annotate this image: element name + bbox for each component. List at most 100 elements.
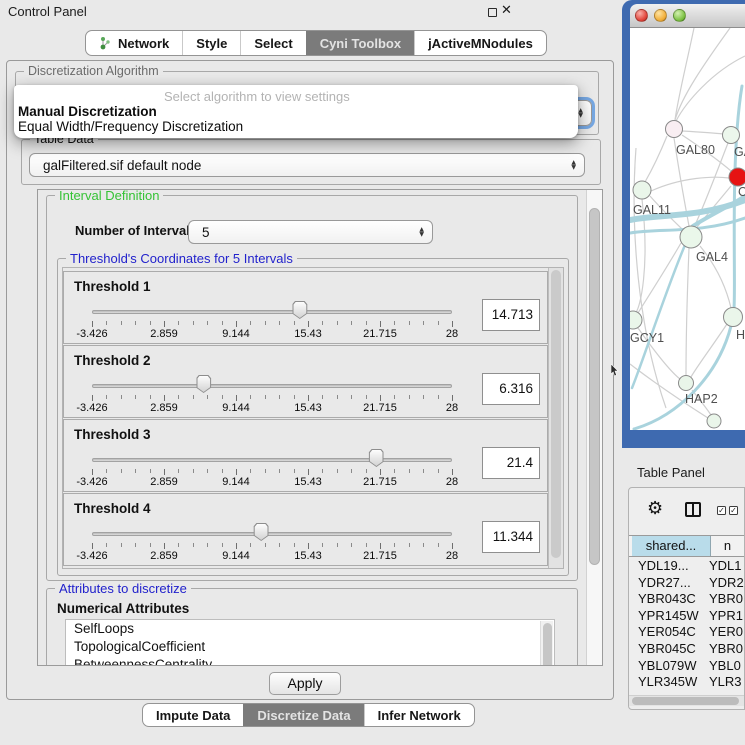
table-row[interactable]: YBL079WYBL0 [629, 658, 744, 675]
float-window-icon[interactable] [488, 8, 497, 17]
thresholds-scrollbar[interactable] [548, 268, 563, 568]
tab-network[interactable]: Network [86, 31, 182, 55]
network-edge[interactable] [686, 248, 689, 375]
table-row[interactable]: YIL052CYIL0 [629, 691, 744, 694]
slider-thumb[interactable] [292, 301, 307, 319]
viewport-scrollbar[interactable] [586, 190, 602, 665]
scrollbar-thumb[interactable] [551, 270, 561, 558]
algorithm-option-manual-discretization[interactable]: Manual Discretization [18, 104, 157, 119]
tab-select[interactable]: Select [240, 31, 305, 55]
slider-thumb[interactable] [196, 375, 211, 393]
tick-mark [452, 321, 453, 327]
slider-track[interactable] [92, 458, 452, 462]
slider-thumb[interactable] [369, 449, 384, 467]
table-row[interactable]: YBR045CYBR0 [629, 641, 744, 658]
close-traffic-light[interactable] [635, 9, 648, 22]
tick-mark [265, 395, 266, 399]
numerical-attributes-list[interactable]: SelfLoopsTopologicalCoefficientBetweenne… [65, 619, 555, 666]
checkbox-icon[interactable]: ✓ [717, 506, 726, 515]
scrollbar-thumb[interactable] [589, 208, 600, 565]
tick-mark [265, 543, 266, 547]
tick-mark [366, 321, 367, 325]
close-icon[interactable]: ✕ [501, 3, 512, 18]
threshold-value-field[interactable]: 21.4 [482, 447, 540, 479]
table-row[interactable]: YER054CYER0 [629, 624, 744, 641]
scrollbar-thumb[interactable] [632, 697, 739, 705]
network-node-gcy1[interactable] [630, 311, 642, 329]
tab-impute-data[interactable]: Impute Data [143, 704, 243, 726]
threshold-value-field[interactable]: 6.316 [482, 373, 540, 405]
tick-mark [150, 395, 151, 399]
table-data-combo[interactable]: galFiltered.sif default node ▲▼ [29, 153, 585, 177]
tick-label: 2.859 [150, 476, 178, 488]
network-node-h[interactable] [724, 308, 743, 327]
checkbox-icon[interactable]: ✓ [729, 506, 738, 515]
tick-mark [394, 469, 395, 473]
columns-icon[interactable] [685, 502, 701, 517]
table-row[interactable]: YPR145WYPR1 [629, 608, 744, 625]
attribute-item-betweennesscentrality[interactable]: BetweennessCentrality [66, 656, 554, 666]
table-data-combo-value: galFiltered.sif default node [43, 154, 201, 177]
network-node-hap2[interactable] [679, 376, 694, 391]
network-node-c[interactable] [729, 168, 745, 186]
network-edge[interactable] [675, 28, 694, 120]
tick-mark [193, 543, 194, 547]
column-header-1[interactable]: shared... [632, 536, 711, 556]
tab-jactivemnodules[interactable]: jActiveMNodules [414, 31, 546, 55]
slider-track[interactable] [92, 384, 452, 388]
column-header-2[interactable]: n [711, 536, 744, 556]
table-row[interactable]: YDR27...YDR2 [629, 575, 744, 592]
algorithm-option-equal-width-frequency-discretization[interactable]: Equal Width/Frequency Discretization [18, 119, 243, 134]
num-intervals-label: Number of Intervals [75, 223, 197, 238]
apply-button[interactable]: Apply [269, 672, 341, 695]
table-row[interactable]: YBR043CYBR0 [629, 591, 744, 608]
attributes-scrollbar[interactable] [540, 621, 553, 666]
network-node-ga[interactable] [723, 127, 740, 144]
tab-discretize-data[interactable]: Discretize Data [243, 704, 363, 726]
tab-cyni-toolbox[interactable]: Cyni Toolbox [306, 31, 414, 55]
network-window-titlebar[interactable] [630, 4, 745, 28]
tick-mark [135, 543, 136, 547]
cyni-toolbox-panel: Discretization Algorithm ▲▼ Select algor… [6, 60, 614, 700]
tab-label: Infer Network [378, 708, 461, 723]
tab-infer-network[interactable]: Infer Network [364, 704, 474, 726]
network-node-gal4[interactable] [680, 226, 702, 248]
gear-icon[interactable]: ⚙ [647, 500, 663, 518]
tick-mark [337, 395, 338, 399]
network-edge[interactable] [675, 28, 730, 120]
slider-thumb[interactable] [254, 523, 269, 541]
network-node-gal11[interactable] [633, 181, 651, 199]
network-edge[interactable] [651, 177, 729, 191]
attribute-item-selfloops[interactable]: SelfLoops [66, 620, 554, 638]
scrollbar-thumb[interactable] [543, 623, 552, 666]
thresholds-scrollpane: Threshold 1 -3.4262.8599.14415.4321.7152… [62, 267, 564, 569]
minimize-traffic-light[interactable] [654, 9, 667, 22]
tick-mark [265, 321, 266, 325]
tick-mark [394, 543, 395, 547]
table-row[interactable]: YDL19...YDL1 [629, 558, 744, 575]
network-canvas[interactable]: GAL80GACGAL11GAL4GCY1HHAP2 [630, 28, 745, 430]
table-row[interactable]: YLR345WYLR3 [629, 674, 744, 691]
tick-mark [135, 321, 136, 325]
tab-style[interactable]: Style [182, 31, 240, 55]
num-intervals-spinner[interactable]: 5 ▲▼ [188, 220, 433, 244]
tick-mark [423, 469, 424, 473]
slider-track[interactable] [92, 532, 452, 536]
attributes-group: Attributes to discretize Numerical Attri… [46, 588, 578, 666]
threshold-value-field[interactable]: 14.713 [482, 299, 540, 331]
tick-mark [438, 543, 439, 547]
network-node-gal80[interactable] [666, 121, 683, 138]
zoom-traffic-light[interactable] [673, 9, 686, 22]
network-edge[interactable] [682, 131, 723, 134]
tick-mark [121, 469, 122, 473]
threshold-value-field[interactable]: 11.344 [482, 521, 540, 553]
tick-mark [150, 469, 151, 473]
network-edge[interactable] [645, 136, 667, 182]
tick-mark [380, 321, 381, 327]
threshold-label: Threshold 3 [74, 427, 151, 442]
table-horizontal-scrollbar[interactable] [629, 695, 744, 706]
slider-track[interactable] [92, 310, 452, 314]
attribute-item-topologicalcoefficient[interactable]: TopologicalCoefficient [66, 638, 554, 656]
combo-arrows-icon: ▲▼ [571, 160, 576, 170]
network-node[interactable] [707, 414, 721, 428]
